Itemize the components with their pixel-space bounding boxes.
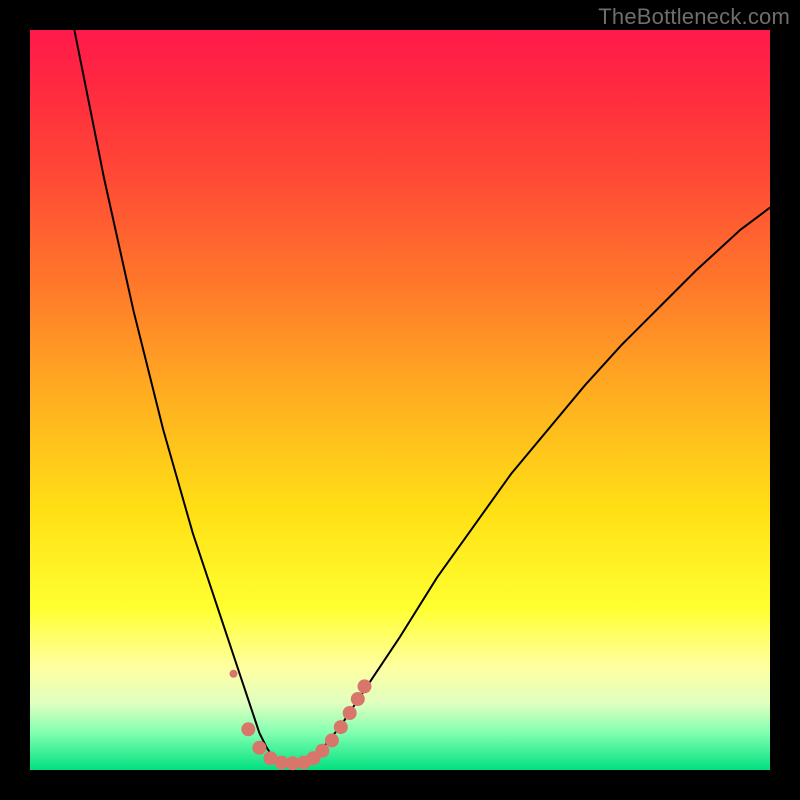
curve-marker [230,670,238,678]
curve-marker [343,706,357,720]
curve-marker [252,741,266,755]
curve-marker [334,720,348,734]
watermark-text: TheBottleneck.com [598,4,790,30]
curve-marker [358,679,372,693]
curve-markers [230,670,372,771]
curve-marker [315,744,329,758]
curve-marker [325,733,339,747]
curve-marker [241,722,255,736]
bottleneck-curve-path [74,30,770,766]
curve-marker [351,692,365,706]
bottleneck-chart [30,30,770,770]
